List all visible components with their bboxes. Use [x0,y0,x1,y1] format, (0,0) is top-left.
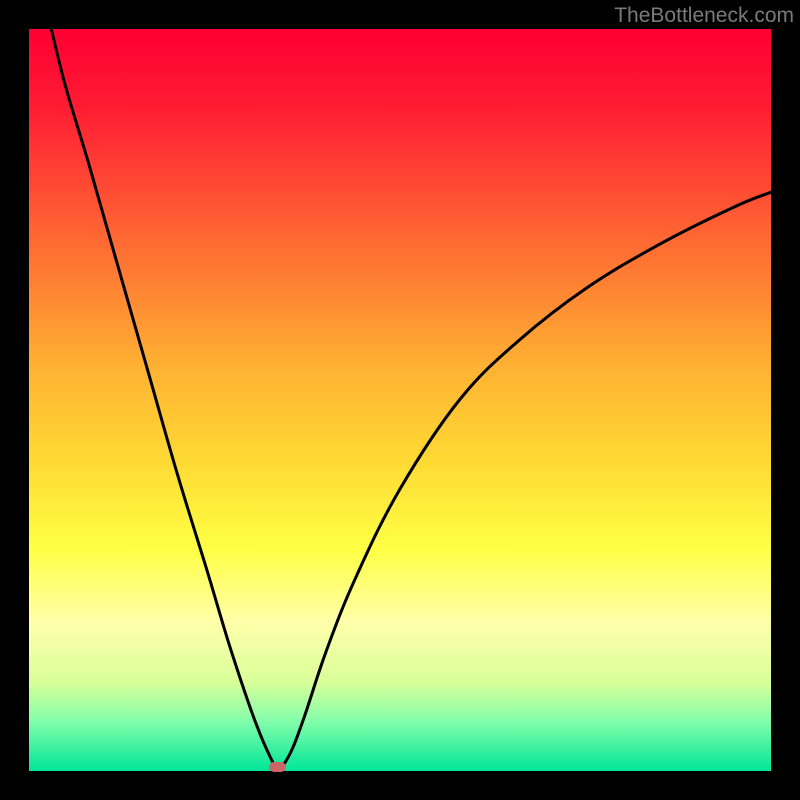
optimum-marker [269,762,285,772]
watermark-text: TheBottleneck.com [614,4,794,28]
plot-area [29,29,771,771]
bottleneck-curve [29,29,771,771]
chart-frame: TheBottleneck.com [0,0,800,800]
curve-path [51,29,771,768]
